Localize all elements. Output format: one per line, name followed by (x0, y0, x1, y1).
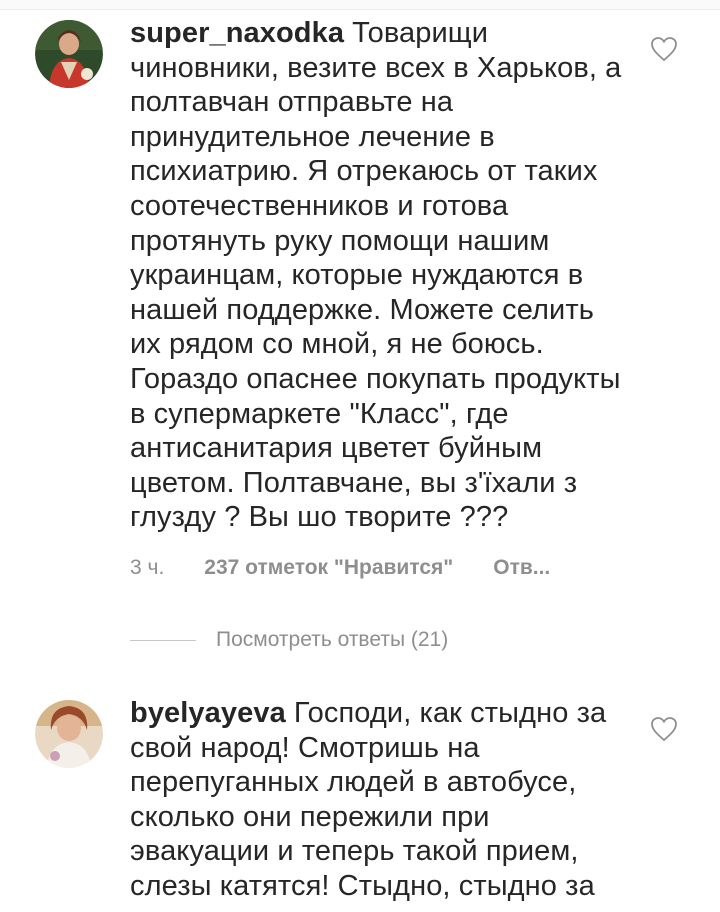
avatar-photo-icon (35, 20, 103, 88)
comment-username[interactable]: byelyayeva (130, 697, 286, 729)
reply-button[interactable]: Отв... (493, 556, 550, 580)
top-divider (0, 0, 720, 10)
comment-text: Товарищи чиновники, везите всех в Харько… (130, 17, 622, 534)
like-button[interactable] (650, 36, 678, 62)
view-replies[interactable]: Посмотреть ответы (21) (130, 626, 448, 654)
view-replies-label[interactable]: Посмотреть ответы (21) (216, 628, 448, 652)
comment-body: byelyayeva Господи, как стыдно за свой на… (130, 696, 630, 904)
comment-time: 3 ч. (130, 556, 165, 579)
comment-meta: 3 ч. 237 отметок "Нравится" Отв... (130, 556, 550, 580)
heart-outline-icon (651, 717, 677, 742)
like-button[interactable] (650, 716, 678, 742)
heart-outline-icon (651, 37, 677, 62)
avatar[interactable] (35, 20, 103, 88)
comment-username[interactable]: super_naxodka (130, 17, 344, 49)
avatar-photo-icon (35, 700, 103, 768)
comment-body: super_naxodka Товарищи чиновники, везите … (130, 16, 630, 535)
replies-divider (130, 639, 196, 641)
avatar[interactable] (35, 700, 103, 768)
comment-likes[interactable]: 237 отметок "Нравится" (204, 556, 453, 580)
